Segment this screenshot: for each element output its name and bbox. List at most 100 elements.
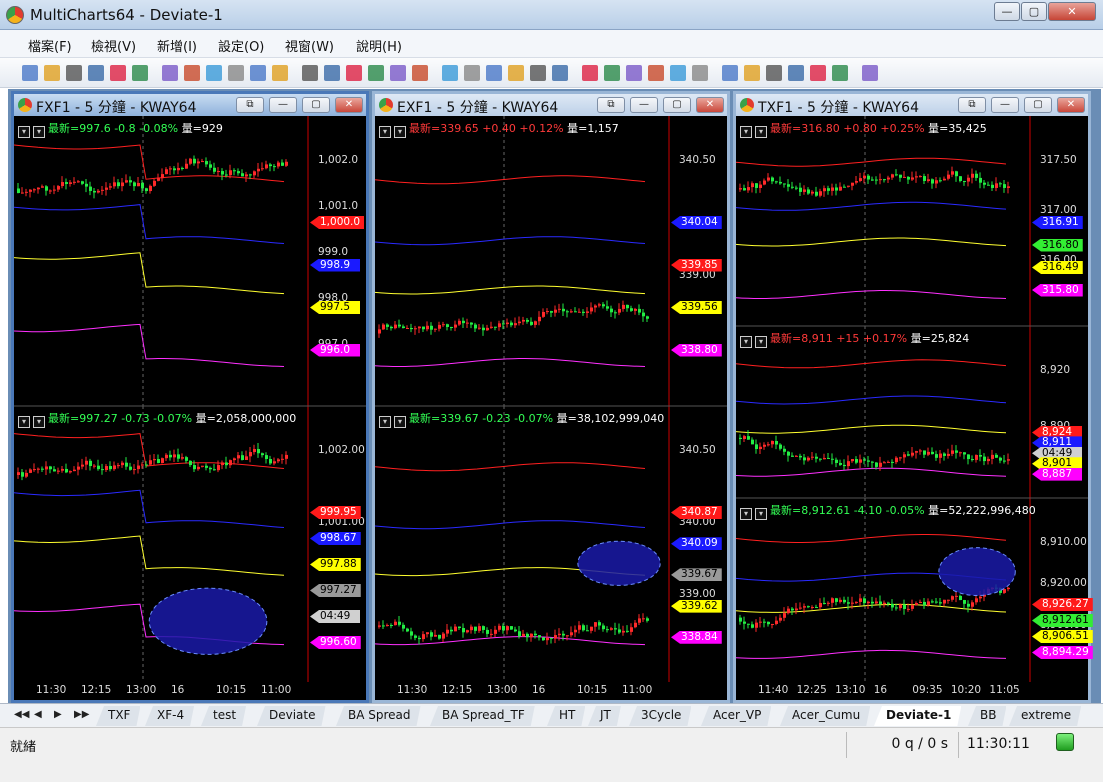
chart-pane[interactable] [14, 406, 309, 682]
volume-icon[interactable] [530, 65, 546, 81]
maximize-button[interactable]: ▢ [1021, 2, 1047, 21]
menu-insert[interactable]: 新增(I) [157, 36, 197, 55]
chart-maximize-button[interactable]: ▢ [302, 97, 330, 113]
image-icon[interactable] [206, 65, 222, 81]
hlc-icon[interactable] [486, 65, 502, 81]
tab-deviate-1[interactable]: Deviate-1 [874, 706, 961, 726]
menu-window[interactable]: 視窗(W) [285, 36, 334, 55]
zoom-in-icon[interactable] [670, 65, 686, 81]
menu-file[interactable]: 檔案(F) [28, 36, 72, 55]
sync-icon[interactable] [766, 65, 782, 81]
tab-acer-vp[interactable]: Acer_VP [701, 706, 771, 726]
chart-pane[interactable] [14, 116, 309, 406]
chart-format-button[interactable]: ⧉ [236, 97, 264, 113]
menu-view[interactable]: 檢視(V) [91, 36, 136, 55]
candle-icon[interactable] [412, 65, 428, 81]
chart-format-button[interactable]: ⧉ [958, 97, 986, 113]
chart-maximize-button[interactable]: ▢ [663, 97, 691, 113]
chart-close-button[interactable]: ✕ [335, 97, 363, 113]
chart-window-txf1[interactable]: TXF1 - 5 分鐘 - KWAY64 ⧉ — ▢ ✕ ▾ ▾ 最新=316.80… [733, 91, 1093, 703]
indicator-icon[interactable] [250, 65, 266, 81]
tab-ba-spread[interactable]: BA Spread [336, 706, 421, 726]
ohlc-icon[interactable] [464, 65, 480, 81]
renko-icon[interactable] [582, 65, 598, 81]
crosshair-icon[interactable] [626, 65, 642, 81]
chart-pane[interactable] [375, 406, 670, 682]
window-icon[interactable] [162, 65, 178, 81]
chart-pane[interactable] [375, 116, 670, 406]
dropdown-icon[interactable]: ▾ [755, 126, 767, 138]
tab-ht[interactable]: HT [547, 706, 585, 726]
collapse-icon[interactable]: ▾ [18, 416, 30, 428]
chart-format-button[interactable]: ⧉ [597, 97, 625, 113]
tab-nav-button[interactable]: ◀ [34, 709, 42, 720]
tab-3cycle[interactable]: 3Cycle [629, 706, 691, 726]
dropdown-icon[interactable]: ▾ [755, 336, 767, 348]
open-icon[interactable] [44, 65, 60, 81]
collapse-icon[interactable]: ▾ [740, 126, 752, 138]
chart-canvas[interactable] [375, 116, 727, 700]
chart-close-button[interactable]: ✕ [1057, 97, 1085, 113]
tab-deviate[interactable]: Deviate [257, 706, 326, 726]
first-icon[interactable] [788, 65, 804, 81]
tab-nav-button[interactable]: ▶▶ [74, 709, 89, 720]
order-icon[interactable] [184, 65, 200, 81]
tab-test[interactable]: test [201, 706, 246, 726]
bar-icon[interactable] [390, 65, 406, 81]
tab-nav-button[interactable]: ▶ [54, 709, 62, 720]
layout-icon[interactable] [722, 65, 738, 81]
chart-close-button[interactable]: ✕ [696, 97, 724, 113]
collapse-icon[interactable]: ▾ [379, 126, 391, 138]
dropdown-icon[interactable]: ▾ [33, 126, 45, 138]
delta-icon[interactable] [552, 65, 568, 81]
strategy-icon[interactable] [272, 65, 288, 81]
tab-txf[interactable]: TXF [96, 706, 140, 726]
tab-nav-button[interactable]: ◀◀ [14, 709, 29, 720]
collapse-icon[interactable]: ▾ [740, 508, 752, 520]
chart-canvas[interactable] [14, 116, 366, 700]
dropdown-icon[interactable]: ▾ [755, 508, 767, 520]
line-icon[interactable] [442, 65, 458, 81]
sheet-icon[interactable] [228, 65, 244, 81]
collapse-icon[interactable]: ▾ [379, 416, 391, 428]
grid-icon[interactable] [744, 65, 760, 81]
chart-minimize-button[interactable]: — [269, 97, 297, 113]
save-icon[interactable] [88, 65, 104, 81]
zoom-out-icon[interactable] [692, 65, 708, 81]
cursor-icon[interactable] [604, 65, 620, 81]
dropdown-icon[interactable]: ▾ [394, 416, 406, 428]
tab-jt[interactable]: JT [588, 706, 621, 726]
hourglass-icon[interactable] [832, 65, 848, 81]
signal-icon[interactable] [302, 65, 318, 81]
edit-icon[interactable] [110, 65, 126, 81]
chart-pane[interactable] [736, 498, 1031, 682]
chart-pane[interactable] [736, 326, 1031, 498]
tab-ba-spread-tf[interactable]: BA Spread_TF [430, 706, 535, 726]
comment-icon[interactable] [648, 65, 664, 81]
chart-maximize-button[interactable]: ▢ [1024, 97, 1052, 113]
dropdown-icon[interactable] [66, 65, 82, 81]
tab-bb[interactable]: BB [968, 706, 1006, 726]
trendline-icon[interactable] [862, 65, 878, 81]
collapse-icon[interactable]: ▾ [740, 336, 752, 348]
dropdown-icon[interactable]: ▾ [33, 416, 45, 428]
menu-help[interactable]: 說明(H) [356, 36, 402, 55]
new-icon[interactable] [22, 65, 38, 81]
study-icon[interactable] [368, 65, 384, 81]
chart-icon[interactable] [132, 65, 148, 81]
dropdown-icon[interactable]: ▾ [394, 126, 406, 138]
point-icon[interactable] [508, 65, 524, 81]
tab-extreme[interactable]: extreme [1009, 706, 1081, 726]
tab-acer-cumu[interactable]: Acer_Cumu [780, 706, 870, 726]
chart-window-exf1[interactable]: EXF1 - 5 分鐘 - KWAY64 ⧉ — ▢ ✕ ▾ ▾ 最新=339.65… [372, 91, 730, 703]
close-button[interactable]: ✕ [1048, 2, 1096, 21]
chart-pane[interactable] [736, 116, 1031, 326]
format-icon[interactable] [346, 65, 362, 81]
tab-xf-4[interactable]: XF-4 [145, 706, 194, 726]
minimize-button[interactable]: — [994, 2, 1020, 21]
chart-canvas[interactable] [736, 116, 1088, 700]
chart-minimize-button[interactable]: — [630, 97, 658, 113]
menu-settings[interactable]: 設定(O) [218, 36, 264, 55]
pen-icon[interactable] [324, 65, 340, 81]
back-icon[interactable] [810, 65, 826, 81]
